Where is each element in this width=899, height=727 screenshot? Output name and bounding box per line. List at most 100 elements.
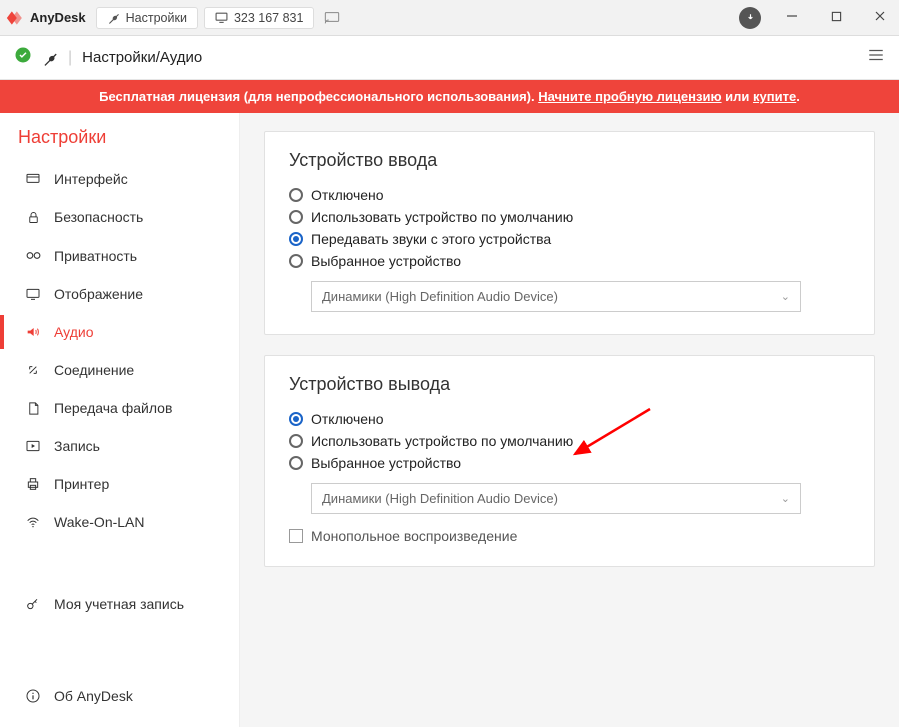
display-icon bbox=[24, 286, 42, 302]
privacy-icon bbox=[24, 247, 42, 264]
sidebar-title: Настройки bbox=[18, 127, 231, 148]
chevron-down-icon: ⌄ bbox=[781, 290, 790, 303]
sidebar-item-account[interactable]: Моя учетная запись bbox=[18, 587, 231, 621]
input-radio-disabled[interactable]: Отключено bbox=[289, 187, 850, 203]
nav-label: Приватность bbox=[54, 248, 137, 264]
input-device-select[interactable]: Динамики (High Definition Audio Device) … bbox=[311, 281, 801, 312]
nav-label: Безопасность bbox=[54, 209, 143, 225]
minimize-button[interactable] bbox=[779, 9, 805, 27]
input-radio-transmit[interactable]: Передавать звуки с этого устройства bbox=[289, 231, 850, 247]
status-icon bbox=[14, 46, 32, 69]
radio-icon bbox=[289, 232, 303, 246]
record-icon bbox=[24, 438, 42, 454]
select-value: Динамики (High Definition Audio Device) bbox=[322, 491, 558, 506]
app-name: AnyDesk bbox=[30, 10, 86, 25]
interface-icon bbox=[24, 171, 42, 187]
radio-label: Использовать устройство по умолчанию bbox=[311, 209, 573, 225]
nav-label: Аудио bbox=[54, 324, 94, 340]
menu-button[interactable] bbox=[867, 46, 885, 69]
radio-label: Использовать устройство по умолчанию bbox=[311, 433, 573, 449]
output-radio-disabled[interactable]: Отключено bbox=[289, 411, 850, 427]
chevron-down-icon: ⌄ bbox=[781, 492, 790, 505]
breadcrumb-separator: | bbox=[68, 49, 72, 67]
output-radio-selected[interactable]: Выбранное устройство bbox=[289, 455, 850, 471]
connection-icon bbox=[24, 362, 42, 378]
sidebar-item-privacy[interactable]: Приватность bbox=[18, 238, 231, 273]
checkbox-label: Монопольное воспроизведение bbox=[311, 528, 517, 544]
audio-icon bbox=[24, 324, 42, 340]
wrench-icon bbox=[42, 50, 58, 66]
sidebar-item-printer[interactable]: Принтер bbox=[18, 467, 231, 501]
window-controls bbox=[779, 9, 893, 27]
card-title: Устройство ввода bbox=[289, 150, 850, 171]
sidebar-item-wol[interactable]: Wake-On-LAN bbox=[18, 505, 231, 539]
sidebar-item-display[interactable]: Отображение bbox=[18, 277, 231, 311]
nav-label: Моя учетная запись bbox=[54, 596, 184, 612]
banner-link-buy[interactable]: купите bbox=[753, 89, 796, 104]
close-button[interactable] bbox=[867, 9, 893, 27]
output-device-select[interactable]: Динамики (High Definition Audio Device) … bbox=[311, 483, 801, 514]
sidebar-item-filetransfer[interactable]: Передача файлов bbox=[18, 391, 231, 425]
nav-label: Соединение bbox=[54, 362, 134, 378]
radio-icon bbox=[289, 456, 303, 470]
sidebar-item-security[interactable]: Безопасность bbox=[18, 200, 231, 234]
exclusive-playback-checkbox[interactable]: Монопольное воспроизведение bbox=[289, 528, 850, 544]
nav-label: Запись bbox=[54, 438, 100, 454]
radio-label: Передавать звуки с этого устройства bbox=[311, 231, 551, 247]
radio-label: Отключено bbox=[311, 411, 384, 427]
sidebar-item-recording[interactable]: Запись bbox=[18, 429, 231, 463]
nav-label: Передача файлов bbox=[54, 400, 172, 416]
banner-text: Бесплатная лицензия (для непрофессиональ… bbox=[99, 89, 538, 104]
printer-icon bbox=[24, 476, 42, 492]
select-value: Динамики (High Definition Audio Device) bbox=[322, 289, 558, 304]
title-bar: AnyDesk Настройки 323 167 831 bbox=[0, 0, 899, 36]
app-logo: AnyDesk bbox=[6, 8, 86, 28]
wifi-icon bbox=[24, 514, 42, 530]
content-area: Устройство ввода Отключено Использовать … bbox=[240, 113, 899, 727]
info-icon bbox=[24, 688, 42, 704]
breadcrumb-text: Настройки/Аудио bbox=[82, 49, 202, 66]
anydesk-logo-icon bbox=[6, 8, 26, 28]
cast-icon[interactable] bbox=[324, 10, 340, 26]
lock-icon bbox=[24, 210, 42, 225]
sidebar-item-connection[interactable]: Соединение bbox=[18, 353, 231, 387]
sidebar-item-about[interactable]: Об AnyDesk bbox=[18, 679, 231, 713]
sidebar-item-audio[interactable]: Аудио bbox=[18, 315, 231, 349]
main-area: Настройки Интерфейс Безопасность Приватн… bbox=[0, 113, 899, 727]
tab-session[interactable]: 323 167 831 bbox=[204, 7, 315, 29]
input-radio-selected[interactable]: Выбранное устройство bbox=[289, 253, 850, 269]
radio-icon bbox=[289, 434, 303, 448]
banner-link-trial[interactable]: Начните пробную лицензию bbox=[538, 89, 721, 104]
nav-label: Wake-On-LAN bbox=[54, 514, 145, 530]
card-title: Устройство вывода bbox=[289, 374, 850, 395]
input-device-card: Устройство ввода Отключено Использовать … bbox=[264, 131, 875, 335]
nav-label: Интерфейс bbox=[54, 171, 128, 187]
sidebar-item-interface[interactable]: Интерфейс bbox=[18, 162, 231, 196]
input-radio-default[interactable]: Использовать устройство по умолчанию bbox=[289, 209, 850, 225]
nav-label: Об AnyDesk bbox=[54, 688, 133, 704]
output-device-card: Устройство вывода Отключено Использовать… bbox=[264, 355, 875, 567]
sidebar: Настройки Интерфейс Безопасность Приватн… bbox=[0, 113, 240, 727]
radio-icon bbox=[289, 188, 303, 202]
checkbox-icon bbox=[289, 529, 303, 543]
radio-icon bbox=[289, 254, 303, 268]
key-icon bbox=[24, 596, 42, 612]
radio-label: Выбранное устройство bbox=[311, 253, 461, 269]
radio-label: Выбранное устройство bbox=[311, 455, 461, 471]
breadcrumb-bar: | Настройки/Аудио bbox=[0, 36, 899, 80]
tab-label: 323 167 831 bbox=[234, 11, 304, 25]
output-radio-default[interactable]: Использовать устройство по умолчанию bbox=[289, 433, 850, 449]
license-banner: Бесплатная лицензия (для непрофессиональ… bbox=[0, 80, 899, 113]
download-indicator[interactable] bbox=[739, 7, 761, 29]
tab-label: Настройки bbox=[126, 11, 187, 25]
nav-label: Принтер bbox=[54, 476, 109, 492]
wrench-icon bbox=[107, 11, 120, 24]
monitor-icon bbox=[215, 11, 228, 24]
tab-settings[interactable]: Настройки bbox=[96, 7, 198, 29]
radio-icon bbox=[289, 210, 303, 224]
maximize-button[interactable] bbox=[823, 9, 849, 27]
nav-label: Отображение bbox=[54, 286, 143, 302]
file-icon bbox=[24, 401, 42, 416]
radio-label: Отключено bbox=[311, 187, 384, 203]
radio-icon bbox=[289, 412, 303, 426]
